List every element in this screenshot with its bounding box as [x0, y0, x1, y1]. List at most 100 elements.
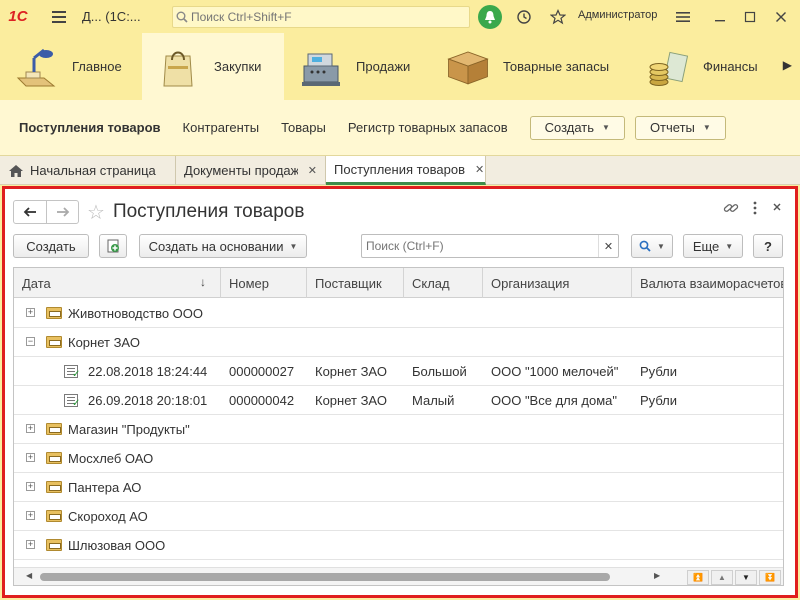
create-based-on-label: Создать на основании: [148, 238, 284, 254]
scroll-left-icon[interactable]: ◀: [26, 571, 32, 580]
section-finance[interactable]: Финансы: [631, 33, 786, 100]
column-header-currency[interactable]: Валюта взаиморасчетов: [632, 268, 783, 298]
create-dropdown-button[interactable]: Создать ▼: [529, 115, 625, 140]
nav-link-counterparties[interactable]: Контрагенты: [183, 120, 260, 135]
receipts-form: ☆ Поступления товаров Создать Создать на…: [2, 186, 798, 598]
page-down-icon[interactable]: ▼: [735, 570, 757, 585]
create-button[interactable]: Создать: [13, 234, 89, 258]
nav-link-stock-register[interactable]: Регистр товарных запасов: [348, 120, 508, 135]
help-button[interactable]: ?: [753, 234, 783, 258]
section-label: Продажи: [356, 59, 411, 74]
close-tab-icon[interactable]: ✕: [475, 163, 484, 176]
link-icon[interactable]: [723, 201, 739, 215]
table-row-group[interactable]: + Животноводство ООО: [14, 299, 783, 328]
menu-icon[interactable]: [52, 0, 72, 33]
table-row-group[interactable]: − Корнет ЗАО: [14, 328, 783, 357]
column-header-number[interactable]: Номер: [221, 268, 307, 298]
copy-document-button[interactable]: [99, 234, 127, 258]
chevron-down-icon: ▼: [702, 123, 711, 132]
minimize-icon[interactable]: [710, 7, 730, 27]
table-row-group[interactable]: + Пантера АО: [14, 473, 783, 502]
sections-scroll-right-icon[interactable]: ▶: [783, 58, 792, 72]
scroll-to-top-icon[interactable]: ⏫: [687, 570, 709, 585]
expand-icon[interactable]: +: [26, 540, 35, 549]
column-header-warehouse[interactable]: Склад: [404, 268, 483, 298]
forward-arrow-icon[interactable]: [46, 201, 78, 223]
shopping-bag-icon: [156, 44, 202, 90]
collapse-icon[interactable]: −: [26, 337, 35, 346]
cell-number: 000000042: [229, 393, 295, 408]
column-header-organization[interactable]: Организация: [483, 268, 632, 298]
table-row-group[interactable]: + Мосхлеб ОАО: [14, 444, 783, 473]
form-search[interactable]: ✕: [361, 234, 619, 258]
cell-org: ООО "1000 мелочей": [491, 364, 619, 379]
app-logo[interactable]: 1С: [0, 0, 36, 33]
expand-icon[interactable]: +: [26, 308, 35, 317]
create-based-on-button[interactable]: Создать на основании ▼: [139, 234, 307, 258]
more-actions-icon[interactable]: [753, 201, 757, 215]
section-label: Товарные запасы: [503, 59, 610, 74]
tab-label: Документы продаж: [184, 163, 298, 178]
maximize-icon[interactable]: [740, 7, 760, 27]
favorites-star-icon[interactable]: [548, 7, 568, 27]
cash-register-icon: [298, 44, 344, 90]
section-sales[interactable]: Продажи: [284, 33, 431, 100]
column-label: Номер: [229, 275, 270, 291]
expand-icon[interactable]: +: [26, 511, 35, 520]
section-inventory[interactable]: Товарные запасы: [431, 33, 631, 100]
close-window-icon[interactable]: [771, 7, 791, 27]
global-search[interactable]: [172, 6, 470, 28]
cell-warehouse: Малый: [412, 393, 455, 408]
reports-dropdown-button[interactable]: Отчеты ▼: [634, 115, 726, 140]
notifications-bell-icon[interactable]: [478, 5, 502, 29]
table-row-group[interactable]: + Шлюзовая ООО: [14, 531, 783, 560]
more-button[interactable]: Еще ▼: [683, 234, 743, 258]
more-button-label: Еще: [692, 238, 720, 254]
expand-icon[interactable]: +: [26, 424, 35, 433]
desk-lamp-icon: [14, 44, 60, 90]
nav-link-products[interactable]: Товары: [281, 120, 326, 135]
page-up-icon[interactable]: ▲: [711, 570, 733, 585]
tab-sales-docs[interactable]: Документы продаж ✕: [176, 156, 326, 185]
clear-search-icon[interactable]: ✕: [598, 235, 618, 257]
column-header-supplier[interactable]: Поставщик: [307, 268, 404, 298]
history-icon[interactable]: [514, 7, 534, 27]
favorite-star-icon[interactable]: ☆: [87, 200, 105, 225]
table-row[interactable]: 22.08.2018 18:24:44 000000027 Корнет ЗАО Бо…: [14, 357, 783, 386]
nav-buttons: [13, 200, 79, 224]
app-title[interactable]: Д... (1С:...: [82, 9, 162, 24]
back-arrow-icon[interactable]: [14, 201, 46, 223]
section-main[interactable]: Главное: [0, 33, 142, 100]
close-tab-icon[interactable]: ✕: [308, 164, 317, 177]
posted-document-icon: [64, 365, 80, 380]
nav-link-receipts[interactable]: Поступления товаров: [19, 120, 161, 135]
scroll-to-bottom-icon[interactable]: ⏬: [759, 570, 781, 585]
table-row[interactable]: 26.09.2018 20:18:01 000000042 Корнет ЗАО Ма…: [14, 386, 783, 415]
column-header-date[interactable]: Дата ↓: [14, 268, 221, 298]
global-search-input[interactable]: [191, 10, 451, 24]
help-button-label: ?: [764, 238, 772, 254]
cell-warehouse: Большой: [412, 364, 467, 379]
user-name[interactable]: Администратор: [578, 9, 657, 21]
search-icon: [639, 240, 651, 252]
group-name: Животноводство ООО: [68, 306, 204, 321]
horizontal-scrollbar[interactable]: ◀ ▶: [14, 567, 783, 585]
cell-org: ООО "Все для дома": [491, 393, 617, 408]
settings-menu-icon[interactable]: [673, 7, 693, 27]
cell-date: 22.08.2018 18:24:44: [88, 364, 208, 379]
tab-home[interactable]: Начальная страница: [0, 156, 176, 185]
close-form-icon[interactable]: [771, 201, 783, 213]
scrollbar-thumb[interactable]: [40, 573, 610, 581]
table-row-group[interactable]: + Скороход АО: [14, 502, 783, 531]
scroll-right-icon[interactable]: ▶: [654, 571, 660, 580]
tab-receipts[interactable]: Поступления товаров ✕: [326, 156, 486, 185]
search-options-button[interactable]: ▼: [631, 234, 673, 258]
form-search-input[interactable]: [362, 239, 594, 253]
form-header-actions: [723, 201, 783, 215]
table-row-group[interactable]: + Магазин "Продукты": [14, 415, 783, 444]
posted-document-icon: [64, 394, 80, 409]
expand-icon[interactable]: +: [26, 482, 35, 491]
group-name: Магазин "Продукты": [68, 422, 190, 437]
expand-icon[interactable]: +: [26, 453, 35, 462]
section-purchases[interactable]: Закупки: [142, 33, 284, 100]
